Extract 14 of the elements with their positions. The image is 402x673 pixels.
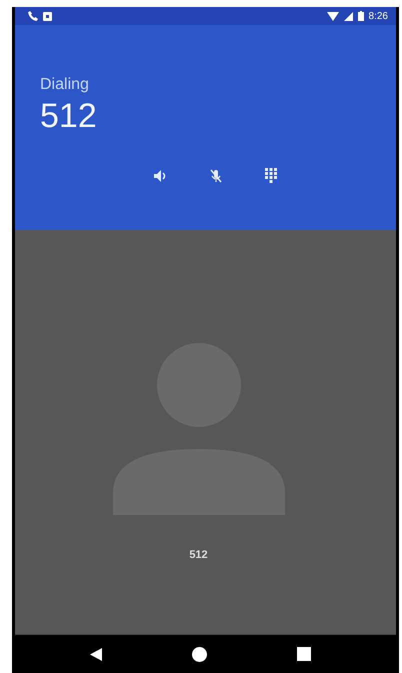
phone-icon bbox=[28, 11, 38, 21]
wifi-icon bbox=[326, 12, 339, 20]
status-time: 8:26 bbox=[368, 10, 388, 22]
call-status: Dialing bbox=[40, 76, 90, 94]
caller-name: 512 bbox=[189, 549, 208, 561]
back-icon[interactable] bbox=[90, 648, 102, 660]
notification-icon bbox=[43, 12, 52, 20]
home-icon[interactable] bbox=[192, 646, 207, 662]
dialed-number: 512 bbox=[40, 96, 98, 136]
battery-icon bbox=[358, 11, 364, 21]
dialpad-icon[interactable] bbox=[265, 168, 277, 184]
mute-icon[interactable] bbox=[209, 169, 223, 183]
signal-icon bbox=[344, 12, 353, 20]
speaker-icon[interactable] bbox=[153, 169, 167, 183]
